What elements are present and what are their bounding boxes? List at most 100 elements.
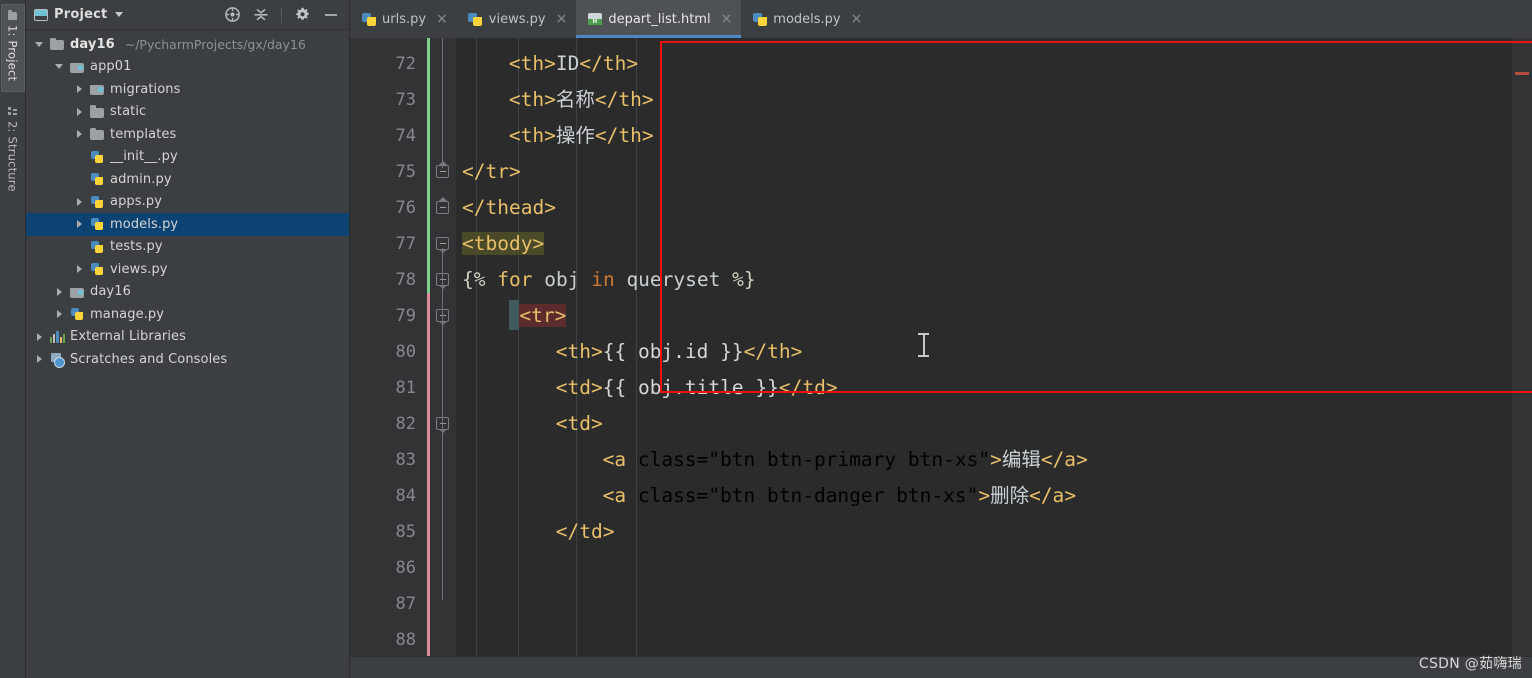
chevron-right-icon[interactable] bbox=[74, 219, 85, 230]
tree-item-label: static bbox=[110, 104, 146, 119]
toolwindow-tab-project[interactable]: 1: Project bbox=[1, 4, 25, 92]
error-marker-gutter[interactable] bbox=[1512, 38, 1532, 656]
tree-item-day16[interactable]: day16~/PycharmProjects/gx/day16 bbox=[26, 33, 349, 56]
folder-icon bbox=[90, 128, 105, 141]
code-line[interactable]: </thead> bbox=[456, 190, 1512, 226]
close-icon[interactable]: × bbox=[556, 12, 568, 26]
tree-item-modelspy[interactable]: models.py bbox=[26, 213, 349, 236]
chevron-right-icon[interactable] bbox=[74, 84, 85, 95]
chevron-right-icon[interactable] bbox=[54, 286, 65, 297]
chevron-down-icon[interactable] bbox=[34, 39, 45, 50]
tree-item-externallibraries[interactable]: External Libraries bbox=[26, 326, 349, 349]
tree-spacer bbox=[74, 151, 85, 162]
fold-region-line bbox=[442, 248, 443, 600]
python-file-icon bbox=[70, 308, 85, 321]
close-icon[interactable]: × bbox=[436, 12, 448, 26]
line-number: 80 bbox=[350, 334, 430, 370]
code-line[interactable]: <th>名称</th> bbox=[456, 82, 1512, 118]
collapse-all-icon[interactable] bbox=[253, 6, 269, 23]
matched-tag-highlight: <tbody> bbox=[462, 232, 544, 255]
chevron-right-icon[interactable] bbox=[74, 129, 85, 140]
tree-item-viewspy[interactable]: views.py bbox=[26, 258, 349, 281]
chevron-right-icon[interactable] bbox=[54, 309, 65, 320]
code-line[interactable]: </td> bbox=[456, 514, 1512, 550]
chevron-right-icon[interactable] bbox=[34, 354, 45, 365]
line-number: 78 bbox=[350, 262, 430, 298]
tree-item-migrations[interactable]: migrations bbox=[26, 78, 349, 101]
toolwindow-tab-label: 1: Project bbox=[6, 25, 20, 81]
line-number: 81 bbox=[350, 370, 430, 406]
editor-tab-label: views.py bbox=[489, 12, 546, 27]
code-line[interactable]: </tr> bbox=[456, 154, 1512, 190]
code-line[interactable]: <tr> bbox=[456, 298, 1512, 334]
toolwindow-tab-structure[interactable]: 2: Structure bbox=[2, 100, 24, 202]
minimize-icon[interactable] bbox=[323, 6, 339, 23]
chevron-right-icon[interactable] bbox=[74, 264, 85, 275]
tree-item-managepy[interactable]: manage.py bbox=[26, 303, 349, 326]
code-line[interactable]: <td> bbox=[456, 406, 1512, 442]
locate-icon[interactable] bbox=[224, 6, 241, 23]
line-number: 86 bbox=[350, 550, 430, 586]
code-line[interactable]: {% for obj in queryset %} bbox=[456, 262, 1512, 298]
chevron-down-icon[interactable] bbox=[54, 61, 65, 72]
chevron-down-icon[interactable] bbox=[115, 12, 123, 17]
code-text-area[interactable]: <tr><th>ID</th><th>名称</th><th>操作</th></t… bbox=[456, 38, 1512, 656]
editor-tab-label: depart_list.html bbox=[608, 12, 710, 27]
breadcrumb[interactable] bbox=[350, 656, 1532, 678]
close-icon[interactable]: × bbox=[721, 12, 733, 26]
tree-item-static[interactable]: static bbox=[26, 101, 349, 124]
tree-item-label: views.py bbox=[110, 262, 168, 277]
code-line[interactable]: <th>{{ obj.id }}</th> bbox=[456, 334, 1512, 370]
tree-item-label: migrations bbox=[110, 82, 181, 97]
code-folding-gutter[interactable] bbox=[430, 38, 456, 656]
line-number: 73 bbox=[350, 82, 430, 118]
tree-item-app01[interactable]: app01 bbox=[26, 56, 349, 79]
tree-item-adminpy[interactable]: admin.py bbox=[26, 168, 349, 191]
project-window-icon bbox=[34, 9, 48, 21]
tree-spacer bbox=[74, 241, 85, 252]
vcs-change-stripe-added bbox=[427, 38, 430, 293]
python-file-icon bbox=[90, 240, 105, 253]
code-line[interactable]: <tbody> bbox=[456, 226, 1512, 262]
code-line[interactable]: <tr> bbox=[456, 38, 1512, 46]
tree-item-label: Scratches and Consoles bbox=[70, 352, 227, 367]
chevron-right-icon[interactable] bbox=[74, 106, 85, 117]
code-line[interactable]: <th>ID</th> bbox=[456, 46, 1512, 82]
tree-item-label: __init__.py bbox=[110, 149, 178, 164]
line-number: 88 bbox=[350, 622, 430, 656]
line-number: 75 bbox=[350, 154, 430, 190]
folder-icon bbox=[50, 38, 65, 51]
tree-item-testspy[interactable]: tests.py bbox=[26, 236, 349, 259]
code-line[interactable]: <td>{{ obj.title }}</td> bbox=[456, 370, 1512, 406]
fold-toggle-icon[interactable] bbox=[436, 201, 450, 215]
chevron-right-icon[interactable] bbox=[74, 196, 85, 207]
tree-item-appspy[interactable]: apps.py bbox=[26, 191, 349, 214]
folder-icon bbox=[90, 105, 105, 118]
code-line[interactable]: <th>操作</th> bbox=[456, 118, 1512, 154]
project-tree[interactable]: day16~/PycharmProjects/gx/day16app01 migr… bbox=[26, 30, 349, 678]
python-file-icon bbox=[90, 173, 105, 186]
tree-item-label: admin.py bbox=[110, 172, 172, 187]
editor-area: urls.py×views.py×depart_list.html×models… bbox=[350, 0, 1532, 678]
editor-tab-models-py[interactable]: models.py× bbox=[741, 0, 871, 38]
close-icon[interactable]: × bbox=[851, 12, 863, 26]
tree-item-day16[interactable]: day16 bbox=[26, 281, 349, 304]
tree-item-scratchesandconsoles[interactable]: Scratches and Consoles bbox=[26, 348, 349, 371]
tree-item-__init__py[interactable]: __init__.py bbox=[26, 146, 349, 169]
tree-item-templates[interactable]: templates bbox=[26, 123, 349, 146]
tree-item-label: templates bbox=[110, 127, 176, 142]
editor-tab-label: urls.py bbox=[382, 12, 426, 27]
project-panel-header: Project bbox=[26, 0, 349, 30]
code-line[interactable]: <a class="btn btn-primary btn-xs">编辑</a> bbox=[456, 442, 1512, 478]
code-line[interactable]: <a class="btn btn-danger btn-xs">删除</a> bbox=[456, 478, 1512, 514]
tree-item-label: manage.py bbox=[90, 307, 164, 322]
chevron-right-icon[interactable] bbox=[34, 331, 45, 342]
structure-icon bbox=[8, 107, 17, 116]
editor-tab-urls-py[interactable]: urls.py × bbox=[350, 0, 457, 38]
tree-item-label: models.py bbox=[110, 217, 178, 232]
python-file-icon bbox=[752, 12, 767, 26]
gear-icon[interactable] bbox=[294, 6, 311, 23]
html-file-icon bbox=[587, 12, 602, 26]
editor-tab-views-py[interactable]: views.py × bbox=[457, 0, 577, 38]
editor-tab-depart_list-html[interactable]: depart_list.html × bbox=[576, 0, 741, 38]
